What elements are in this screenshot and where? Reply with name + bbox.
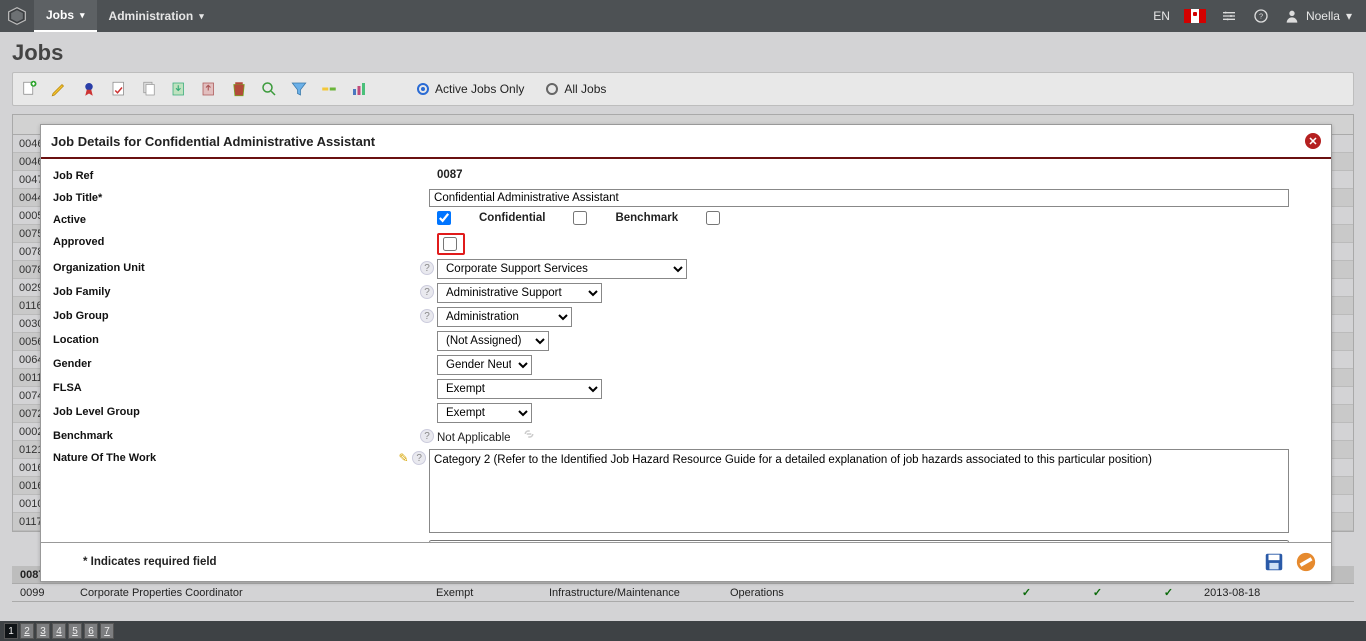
pager-page-6[interactable]: 6 [84,623,98,639]
save-button[interactable] [1261,549,1287,575]
radio-off-icon [546,83,558,95]
export-button[interactable] [167,77,191,101]
filter-button[interactable] [287,77,311,101]
edit-button[interactable] [47,77,71,101]
label-job-ref: Job Ref [53,167,403,182]
pager-page-1[interactable]: 1 [4,623,18,639]
checkbox-benchmark[interactable] [706,211,720,225]
textarea-accountability[interactable]: The Confidential Administrative Assistan… [429,540,1289,542]
close-icon[interactable]: ✕ [1305,133,1321,149]
select-job-group[interactable]: Administration [437,307,572,327]
label-location: Location [53,331,403,346]
checkbox-approved[interactable] [443,237,457,251]
pager-page-7[interactable]: 7 [100,623,114,639]
settings-icon[interactable] [1220,7,1238,25]
job-scope-filter: Active Jobs Only All Jobs [417,82,606,96]
label-accountability: General Accountability [53,540,396,542]
label-job-family: Job Family [53,283,403,298]
help-icon[interactable]: ? [420,261,434,275]
pager-page-4[interactable]: 4 [52,623,66,639]
label-approved: Approved [53,233,403,248]
checkbox-confidential[interactable] [573,211,587,225]
svg-text:?: ? [1259,12,1263,21]
pager-page-2[interactable]: 2 [20,623,34,639]
label-job-title: Job Title* [53,189,396,204]
help-icon[interactable]: ? [420,285,434,299]
radio-all-jobs[interactable]: All Jobs [546,82,606,96]
nav-administration[interactable]: Administration ▾ [97,0,216,32]
select-flsa[interactable]: Exempt [437,379,602,399]
required-note: * Indicates required field [83,556,217,568]
app-logo [0,0,34,32]
nav-jobs-label: Jobs [46,8,74,22]
cancel-button[interactable] [1293,549,1319,575]
help-icon[interactable]: ? [420,429,434,443]
pager-page-5[interactable]: 5 [68,623,82,639]
label-benchmark: Benchmark [53,427,403,442]
modal-body-scroll[interactable]: Job Ref 0087 Job Title* Active Confident… [41,159,1331,542]
user-icon [1284,8,1300,24]
pager-page-3[interactable]: 3 [36,623,50,639]
delete-button[interactable] [227,77,251,101]
label-level-group: Job Level Group [53,403,403,418]
select-job-family[interactable]: Administrative Support [437,283,602,303]
language-code[interactable]: EN [1153,9,1170,23]
label-active: Active [53,211,403,226]
user-name: Noella [1306,9,1340,23]
nav-jobs[interactable]: Jobs ▾ [34,0,97,32]
label-gender: Gender [53,355,403,370]
flag-canada-icon [1184,9,1206,23]
link-icon[interactable] [520,427,538,441]
chevron-down-icon: ▾ [80,10,85,21]
label-job-group: Job Group [53,307,403,322]
user-menu[interactable]: Noella ▾ [1284,8,1352,24]
select-level-group[interactable]: Exempt [437,403,532,423]
value-job-ref: 0087 [437,167,463,181]
help-icon[interactable]: ? [412,451,426,465]
help-icon[interactable]: ? [420,309,434,323]
label-benchmark-flag: Benchmark [615,212,678,224]
copy-button[interactable] [137,77,161,101]
top-nav: Jobs ▾ Administration ▾ EN ? Noella ▾ [0,0,1366,32]
import-button[interactable] [197,77,221,101]
radio-all-label: All Jobs [564,82,606,96]
toolbar: Active Jobs Only All Jobs [12,72,1354,106]
radio-active-label: Active Jobs Only [435,82,524,96]
edit-icon[interactable]: ✎ [398,451,408,465]
search-button[interactable] [257,77,281,101]
select-org-unit[interactable]: Corporate Support Services [437,259,687,279]
modal-title: Job Details for Confidential Administrat… [51,134,375,149]
award-button[interactable] [77,77,101,101]
checkbox-active[interactable] [437,211,451,225]
chevron-down-icon: ▾ [1346,9,1352,23]
job-details-panel: Job Details for Confidential Administrat… [40,124,1332,582]
label-org-unit: Organization Unit [53,259,403,274]
help-icon[interactable]: ? [1252,7,1270,25]
nav-admin-label: Administration [109,9,194,23]
value-benchmark: Not Applicable [437,430,511,444]
page-title: Jobs [0,32,1366,72]
pager: 1234567 [0,621,1366,641]
select-location[interactable]: (Not Assigned) [437,331,549,351]
compare-button[interactable] [317,77,341,101]
select-gender[interactable]: Gender Neutral [437,355,532,375]
input-job-title[interactable] [429,189,1289,207]
label-flsa: FLSA [53,379,403,394]
label-nature: Nature Of The Work [53,449,396,464]
doc-check-button[interactable] [107,77,131,101]
label-confidential: Confidential [479,212,545,224]
radio-on-icon [417,83,429,95]
approved-highlight [437,233,465,255]
new-job-button[interactable] [17,77,41,101]
textarea-nature[interactable]: Category 2 (Refer to the Identified Job … [429,449,1289,533]
table-row[interactable]: 0099Corporate Properties CoordinatorExem… [12,584,1354,602]
radio-active-jobs[interactable]: Active Jobs Only [417,82,524,96]
chevron-down-icon: ▾ [199,11,204,22]
chart-button[interactable] [347,77,371,101]
